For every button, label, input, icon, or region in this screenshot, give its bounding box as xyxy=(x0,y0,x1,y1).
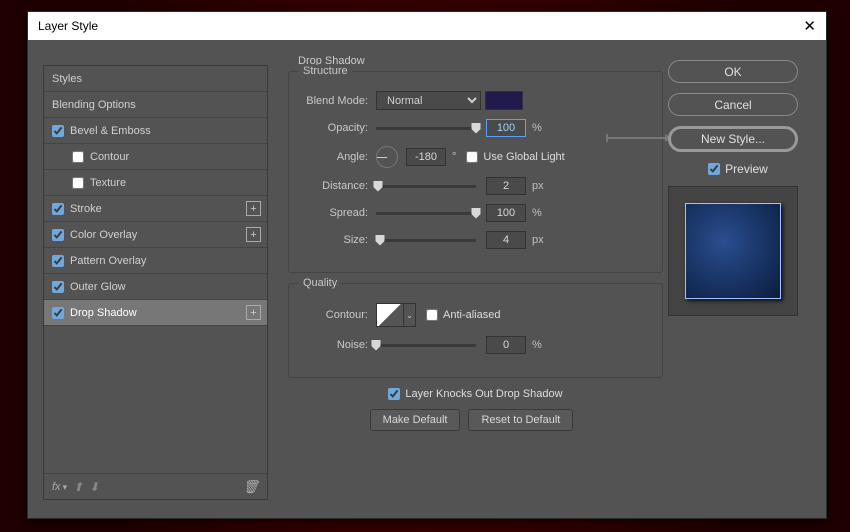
style-item-bevel-emboss[interactable]: Bevel & Emboss xyxy=(44,118,267,144)
style-item-texture[interactable]: Texture xyxy=(44,170,267,196)
opacity-unit: % xyxy=(532,122,542,134)
move-down-icon[interactable]: ⬇ xyxy=(89,480,99,494)
opacity-label: Opacity: xyxy=(301,122,376,134)
style-item-color-overlay[interactable]: Color Overlay + xyxy=(44,222,267,248)
anti-aliased-checkbox[interactable] xyxy=(426,309,438,321)
distance-unit: px xyxy=(532,180,544,192)
callout-arrow-icon xyxy=(606,137,666,139)
distance-input[interactable] xyxy=(486,177,526,195)
style-item-contour[interactable]: Contour xyxy=(44,144,267,170)
opacity-input[interactable] xyxy=(486,119,526,137)
angle-unit: ° xyxy=(452,151,456,163)
style-checkbox[interactable] xyxy=(52,125,64,137)
anti-aliased-label: Anti-aliased xyxy=(443,309,500,321)
style-item-outer-glow[interactable]: Outer Glow xyxy=(44,274,267,300)
preview-label: Preview xyxy=(725,162,768,176)
style-item-label: Contour xyxy=(90,151,129,163)
knockout-label: Layer Knocks Out Drop Shadow xyxy=(405,388,562,400)
noise-label: Noise: xyxy=(301,339,376,351)
spread-input[interactable] xyxy=(486,204,526,222)
add-effect-icon[interactable]: + xyxy=(246,305,261,320)
preview-box xyxy=(668,186,798,316)
global-light-label: Use Global Light xyxy=(483,151,564,163)
quality-legend: Quality xyxy=(299,277,341,289)
style-item-label: Texture xyxy=(90,177,126,189)
style-item-label: Drop Shadow xyxy=(70,307,137,319)
angle-dial[interactable] xyxy=(376,146,398,168)
style-item-pattern-overlay[interactable]: Pattern Overlay xyxy=(44,248,267,274)
blend-mode-label: Blend Mode: xyxy=(301,95,376,107)
style-item-label: Blending Options xyxy=(52,99,136,111)
style-item-label: Pattern Overlay xyxy=(70,255,146,267)
style-checkbox[interactable] xyxy=(52,255,64,267)
knockout-checkbox[interactable] xyxy=(388,388,400,400)
style-item-label: Color Overlay xyxy=(70,229,137,241)
style-item-styles[interactable]: Styles xyxy=(44,66,267,92)
angle-label: Angle: xyxy=(301,151,376,163)
quality-group: Quality Contour: ⌄ Anti-aliased Noise: % xyxy=(288,283,663,378)
style-checkbox[interactable] xyxy=(52,307,64,319)
contour-label: Contour: xyxy=(301,309,376,321)
blend-mode-select[interactable]: Normal xyxy=(376,91,481,110)
reset-default-button[interactable]: Reset to Default xyxy=(468,409,573,431)
style-item-blending-options[interactable]: Blending Options xyxy=(44,92,267,118)
style-item-label: Outer Glow xyxy=(70,281,126,293)
size-label: Size: xyxy=(301,234,376,246)
contour-swatch[interactable] xyxy=(376,303,404,327)
style-checkbox[interactable] xyxy=(52,229,64,241)
style-checkbox[interactable] xyxy=(72,177,84,189)
style-checkbox[interactable] xyxy=(52,203,64,215)
noise-input[interactable] xyxy=(486,336,526,354)
titlebar[interactable]: Layer Style ✕ xyxy=(28,12,826,40)
effect-settings: Drop Shadow Structure Blend Mode: Normal… xyxy=(288,55,663,440)
style-checkbox[interactable] xyxy=(52,281,64,293)
size-unit: px xyxy=(532,234,544,246)
style-item-label: Stroke xyxy=(70,203,102,215)
cancel-button[interactable]: Cancel xyxy=(668,93,798,116)
size-slider[interactable] xyxy=(376,239,476,242)
close-icon[interactable]: ✕ xyxy=(803,17,816,35)
make-default-button[interactable]: Make Default xyxy=(370,409,461,431)
styles-list: Styles Blending Options Bevel & Emboss Cont… xyxy=(43,65,268,500)
right-panel: OK Cancel New Style... Preview xyxy=(668,60,808,316)
fx-menu-icon[interactable]: fx▾ xyxy=(52,481,67,493)
spread-slider[interactable] xyxy=(376,212,476,215)
distance-label: Distance: xyxy=(301,180,376,192)
style-item-stroke[interactable]: Stroke + xyxy=(44,196,267,222)
preview-checkbox[interactable] xyxy=(708,163,720,175)
preview-thumbnail xyxy=(685,203,781,299)
noise-slider[interactable] xyxy=(376,344,476,347)
noise-unit: % xyxy=(532,339,542,351)
structure-legend: Structure xyxy=(299,65,352,77)
layer-style-dialog: Layer Style ✕ Styles Blending Options Beve… xyxy=(27,11,827,519)
ok-button[interactable]: OK xyxy=(668,60,798,83)
dialog-title: Layer Style xyxy=(38,19,98,33)
add-effect-icon[interactable]: + xyxy=(246,227,261,242)
new-style-button[interactable]: New Style... xyxy=(668,126,798,152)
contour-dropdown-icon[interactable]: ⌄ xyxy=(404,303,416,327)
style-item-label: Styles xyxy=(52,73,82,85)
spread-label: Spread: xyxy=(301,207,376,219)
global-light-checkbox[interactable] xyxy=(466,151,478,163)
move-up-icon[interactable]: ⬆ xyxy=(73,480,83,494)
spread-unit: % xyxy=(532,207,542,219)
distance-slider[interactable] xyxy=(376,185,476,188)
style-checkbox[interactable] xyxy=(72,151,84,163)
style-item-drop-shadow[interactable]: Drop Shadow + xyxy=(44,300,267,326)
angle-input[interactable] xyxy=(406,148,446,166)
shadow-color-swatch[interactable] xyxy=(485,91,523,110)
structure-group: Structure Blend Mode: Normal Opacity: % … xyxy=(288,71,663,273)
opacity-slider[interactable] xyxy=(376,127,476,130)
size-input[interactable] xyxy=(486,231,526,249)
trash-icon[interactable]: 🗑 xyxy=(242,479,259,495)
add-effect-icon[interactable]: + xyxy=(246,201,261,216)
style-item-label: Bevel & Emboss xyxy=(70,125,151,137)
